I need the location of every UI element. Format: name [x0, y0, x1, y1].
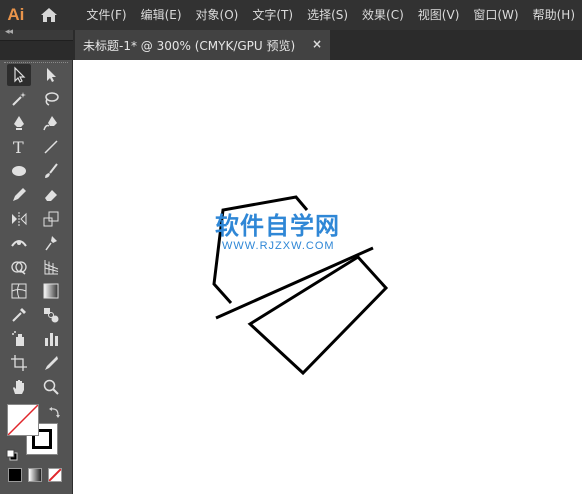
menu-items: 文件(F) 编辑(E) 对象(O) 文字(T) 选择(S) 效果(C) 视图(V… [79, 0, 582, 30]
symbol-sprayer-tool-icon[interactable] [7, 328, 31, 350]
menu-window[interactable]: 窗口(W) [466, 0, 525, 30]
gradient-mode-button[interactable] [28, 468, 42, 482]
reflect-tool-icon[interactable] [7, 208, 31, 230]
menu-type[interactable]: 文字(T) [245, 0, 300, 30]
document-tab-title: 未标题-1* @ 300% (CMYK/GPU 预览) [83, 38, 296, 53]
default-colors-icon[interactable] [6, 446, 18, 461]
type-tool-icon[interactable]: T [7, 136, 31, 158]
menu-file[interactable]: 文件(F) [79, 0, 133, 30]
artboard-canvas[interactable]: 软件自学网 WWW.RJZXW.COM [73, 60, 582, 494]
column-graph-tool-icon[interactable] [39, 328, 63, 350]
watermark-title: 软件自学网 [215, 212, 340, 240]
document-tab[interactable]: 未标题-1* @ 300% (CMYK/GPU 预览) × [75, 30, 330, 60]
blend-tool-icon[interactable] [39, 304, 63, 326]
shape-builder-tool-icon[interactable] [7, 256, 31, 278]
close-tab-icon[interactable]: × [312, 37, 322, 51]
watermark-url: WWW.RJZXW.COM [222, 240, 335, 252]
slice-tool-icon[interactable] [39, 352, 63, 374]
artboard-tool-icon[interactable] [7, 352, 31, 374]
color-mode-row [8, 468, 62, 482]
mesh-tool-icon[interactable] [7, 280, 31, 302]
watermark: 软件自学网 WWW.RJZXW.COM [215, 212, 375, 252]
svg-text:T: T [13, 138, 24, 156]
eyedropper-tool-icon[interactable] [7, 304, 31, 326]
home-icon[interactable] [32, 0, 66, 30]
panel-collapse-button[interactable]: ◂◂ [0, 27, 73, 41]
menu-help[interactable]: 帮助(H) [526, 0, 582, 30]
cut-shape-lower [247, 255, 389, 376]
ellipse-tool-icon[interactable] [7, 160, 31, 182]
artwork[interactable] [73, 60, 582, 494]
eraser-tool-icon[interactable] [39, 184, 63, 206]
color-mode-button[interactable] [8, 468, 22, 482]
paintbrush-tool-icon[interactable] [39, 160, 63, 182]
line-segment-tool-icon[interactable] [39, 136, 63, 158]
lasso-tool-icon[interactable] [39, 88, 63, 110]
perspective-grid-tool-icon[interactable] [39, 256, 63, 278]
scale-tool-icon[interactable] [39, 208, 63, 230]
none-mode-button[interactable] [48, 468, 62, 482]
fill-swatch[interactable] [7, 404, 39, 436]
app-logo: Ai [7, 5, 25, 24]
magic-wand-tool-icon[interactable] [7, 88, 31, 110]
menu-view[interactable]: 视图(V) [411, 0, 467, 30]
menu-select[interactable]: 选择(S) [300, 0, 355, 30]
gradient-tool-icon[interactable] [39, 280, 63, 302]
zoom-tool-icon[interactable] [39, 376, 63, 398]
hand-tool-icon[interactable] [7, 376, 31, 398]
pencil-tool-icon[interactable] [7, 184, 31, 206]
puppet-warp-tool-icon[interactable] [39, 232, 63, 254]
curvature-tool-icon[interactable] [39, 112, 63, 134]
collapse-icon: ◂◂ [5, 27, 13, 37]
menu-effect[interactable]: 效果(C) [355, 0, 411, 30]
menu-bar: Ai 文件(F) 编辑(E) 对象(O) 文字(T) 选择(S) 效果(C) 视… [0, 0, 582, 30]
tools-panel: T [0, 60, 73, 494]
pen-tool-icon[interactable] [7, 112, 31, 134]
swap-fill-stroke-icon[interactable] [48, 404, 62, 418]
selection-tool-icon[interactable] [7, 64, 31, 86]
menu-edit[interactable]: 编辑(E) [134, 0, 189, 30]
width-tool-icon[interactable] [7, 232, 31, 254]
document-tab-bar: ◂◂ 未标题-1* @ 300% (CMYK/GPU 预览) × [0, 27, 582, 60]
direct-selection-tool-icon[interactable] [39, 64, 63, 86]
menu-object[interactable]: 对象(O) [189, 0, 246, 30]
knife-cut-line [215, 246, 374, 320]
